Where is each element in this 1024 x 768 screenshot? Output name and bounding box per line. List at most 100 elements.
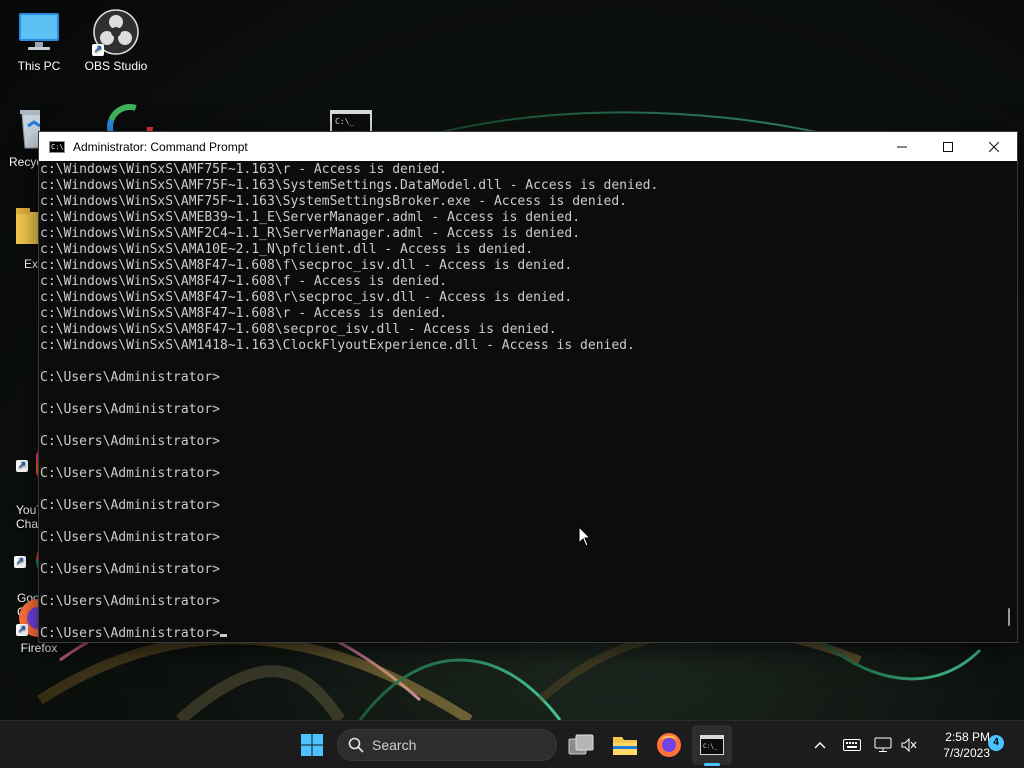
file-explorer-button[interactable] — [605, 725, 645, 765]
chrome-icon: ↗ — [14, 524, 38, 572]
shortcut-arrow-icon: ↗ — [16, 624, 28, 636]
mouse-pointer-icon — [578, 526, 592, 547]
command-prompt-window[interactable]: C:\_ Administrator: Command Prompt c:\Wi… — [38, 131, 1018, 643]
vertical-scrollbar[interactable] — [1001, 161, 1017, 642]
clock-time: 2:58 PM — [945, 730, 990, 744]
maximize-button[interactable] — [925, 132, 971, 161]
desktop-icon-label: Recyc — [9, 155, 40, 169]
console-line: c:\Windows\WinSxS\AM8F47~1.608\f\secproc… — [40, 258, 573, 273]
terminal-icon: C:\_ — [700, 735, 724, 755]
obs-icon: ↗ — [92, 8, 140, 56]
console-line: c:\Windows\WinSxS\AMEB39~1.1_E\ServerMan… — [40, 210, 581, 225]
terminal-icon: C:\_ — [49, 140, 65, 153]
console-lines: c:\Windows\WinSxS\AMF75F~1.163\r - Acces… — [40, 162, 658, 642]
console-output[interactable]: c:\Windows\WinSxS\AMF75F~1.163\r - Acces… — [39, 161, 1001, 642]
minimize-icon — [897, 146, 907, 147]
window-title: Administrator: Command Prompt — [73, 139, 248, 154]
desktop-icon-this-pc[interactable]: This PC — [0, 8, 78, 73]
console-line: c:\Windows\WinSxS\AMF2C4~1.1_R\ServerMan… — [40, 226, 581, 241]
terminal-icon: C:\_ — [330, 110, 372, 132]
console-line: C:\Users\Administrator> — [40, 562, 221, 577]
folder-icon — [16, 206, 38, 254]
volume-button[interactable] — [897, 733, 921, 757]
console-line: C:\Users\Administrator> — [40, 530, 221, 545]
start-button[interactable] — [292, 725, 332, 765]
title-bar[interactable]: C:\_ Administrator: Command Prompt — [39, 132, 1017, 161]
desktop-icon-recycle-bin[interactable]: Recyc — [0, 104, 40, 169]
shortcut-arrow-icon: ↗ — [16, 460, 28, 472]
taskbar: Search C:\_ 2:58 PM 7/3/2023 — [0, 720, 1024, 768]
console-line: c:\Windows\WinSxS\AM1418~1.163\ClockFlyo… — [40, 338, 635, 353]
search-icon — [348, 737, 364, 753]
console-line: C:\Users\Administrator> — [40, 594, 221, 609]
search-placeholder: Search — [372, 737, 417, 753]
console-line: C:\Users\Administrator> — [40, 466, 221, 481]
minimize-button[interactable] — [879, 132, 925, 161]
shortcut-arrow-icon: ↗ — [14, 556, 26, 568]
volume-muted-icon — [901, 738, 917, 752]
desktop-icon-ext[interactable]: Ext — [0, 206, 38, 271]
console-line: c:\Windows\WinSxS\AM8F47~1.608\r - Acces… — [40, 306, 447, 321]
console-line: C:\Users\Administrator> — [40, 434, 221, 449]
firefox-icon — [657, 733, 681, 757]
desktop-icon-label: Firefox — [20, 641, 58, 655]
desktop-icon-app[interactable] — [94, 104, 166, 150]
console-line: C:\Users\Administrator> — [40, 370, 221, 385]
text-cursor — [220, 634, 228, 637]
console-line: c:\Windows\WinSxS\AM8F47~1.608\r\secproc… — [40, 290, 573, 305]
close-icon — [989, 141, 999, 152]
folder-icon — [613, 737, 637, 755]
active-app-indicator — [704, 763, 720, 766]
input-indicator-button[interactable] — [840, 733, 864, 757]
desktop-icon-label: This PC — [17, 59, 61, 73]
console-line: C:\Users\Administrator> — [40, 498, 221, 513]
network-button[interactable] — [871, 733, 895, 757]
shortcut-arrow-icon: ↗ — [92, 44, 104, 56]
monitor-icon — [15, 8, 63, 56]
command-prompt-taskbar-button[interactable]: C:\_ — [692, 725, 732, 765]
task-view-icon — [568, 734, 594, 755]
recycle-bin-icon — [14, 104, 40, 152]
console-line: c:\Windows\WinSxS\AMF75F~1.163\SystemSet… — [40, 178, 659, 193]
console-line: c:\Windows\WinSxS\AM8F47~1.608\secproc_i… — [40, 322, 557, 337]
notification-count-badge[interactable]: 4 — [988, 735, 1004, 751]
console-line: C:\Users\Administrator> — [40, 626, 658, 642]
console-line: c:\Windows\WinSxS\AMF75F~1.163\SystemSet… — [40, 194, 627, 209]
task-view-button[interactable] — [561, 725, 601, 765]
scrollbar-thumb[interactable] — [1008, 608, 1010, 626]
console-line: c:\Windows\WinSxS\AMA10E~2.1_N\pfclient.… — [40, 242, 534, 257]
firefox-taskbar-button[interactable] — [649, 725, 689, 765]
maximize-icon — [943, 141, 953, 152]
clock-date: 7/3/2023 — [943, 746, 990, 760]
app-ring-icon — [107, 104, 153, 150]
clock[interactable]: 2:58 PM 7/3/2023 — [920, 729, 990, 761]
svg-text:C:\_: C:\_ — [335, 117, 354, 126]
youtube-icon: ↗ — [16, 432, 38, 480]
desktop: This PC ↗ OBS Studio Recyc C:\_ Ex ↗ You… — [0, 0, 1024, 768]
network-icon — [874, 737, 892, 752]
desktop-icon-cmd-shortcut[interactable]: C:\_ — [330, 110, 372, 132]
svg-text:C:\_: C:\_ — [703, 743, 718, 750]
firefox-icon: ↗ — [16, 598, 57, 638]
desktop-icon-obs-studio[interactable]: ↗ OBS Studio — [77, 8, 155, 73]
taskbar-search-box[interactable]: Search — [337, 729, 557, 761]
close-button[interactable] — [971, 132, 1017, 161]
show-hidden-icons-button[interactable] — [808, 733, 832, 757]
console-line: c:\Windows\WinSxS\AMF75F~1.163\r - Acces… — [40, 162, 447, 177]
console-line: c:\Windows\WinSxS\AM8F47~1.608\f - Acces… — [40, 274, 447, 289]
chevron-up-icon — [814, 742, 826, 749]
keyboard-icon — [843, 739, 861, 751]
desktop-icon-label: Ext — [24, 257, 38, 271]
console-line: C:\Users\Administrator> — [40, 402, 221, 417]
desktop-icon-label: OBS Studio — [84, 59, 148, 73]
windows-logo-icon — [301, 734, 323, 756]
